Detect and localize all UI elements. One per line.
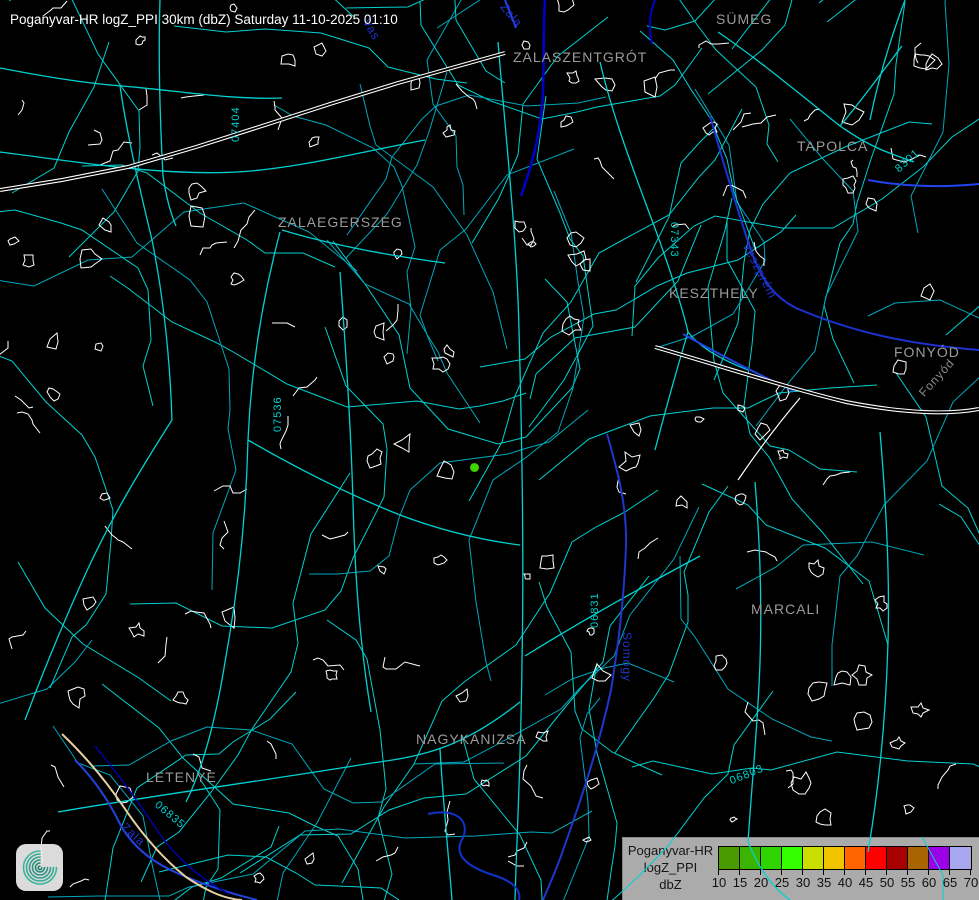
major-white-roads <box>0 53 979 480</box>
precipitation-echo <box>470 463 479 472</box>
country-border-croatia <box>62 734 242 900</box>
boundary-top <box>505 0 516 28</box>
river-zala-upper <box>521 0 545 196</box>
minor-road-network <box>0 0 979 900</box>
radar-image-title: Poganyvar-HR logZ_PPI 30km (dbZ) Saturda… <box>10 12 398 27</box>
county-line-somogy <box>543 434 626 900</box>
major-cyan-roads <box>0 0 914 900</box>
met-spiral-logo <box>16 844 63 891</box>
boundary-right-edge <box>868 180 979 186</box>
radar-map-viewport: Poganyvar-HR logZ_PPI dbZ 10152025303540… <box>0 0 979 900</box>
river-bottom-center <box>428 812 519 900</box>
boundary-top-right <box>650 0 655 44</box>
river-mura-branch <box>95 746 229 894</box>
radar-map-canvas <box>0 0 979 900</box>
